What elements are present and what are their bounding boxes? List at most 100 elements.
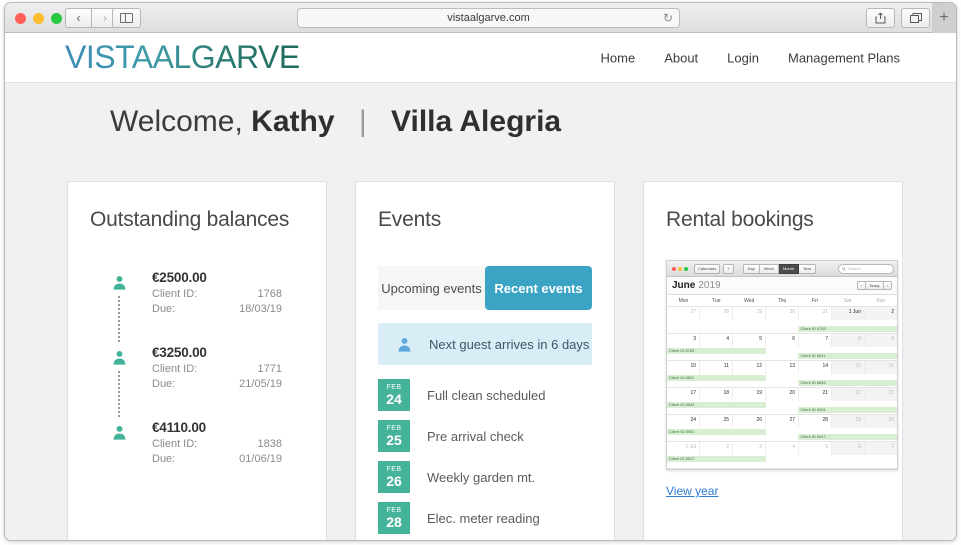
calendar-close-button[interactable] <box>672 266 676 271</box>
calendar-day-cell[interactable]: 13 <box>766 361 799 374</box>
balance-row[interactable]: €2500.00 Client ID: 1768 Due: 18/03/19 <box>90 270 304 345</box>
minimize-window-button[interactable] <box>33 13 44 24</box>
booking-bar[interactable]: Client ID 6811 <box>798 353 897 359</box>
site-logo[interactable]: VISTAALGARVE <box>65 39 300 76</box>
booking-bar[interactable]: Client ID 6901 <box>667 429 766 435</box>
calendar-day-cell[interactable]: 2 <box>700 442 733 455</box>
calendar-day-cell[interactable]: 8 <box>832 334 865 347</box>
share-button[interactable] <box>866 8 895 28</box>
sidebar-toggle-button[interactable] <box>112 8 141 28</box>
nav-item-login[interactable]: Login <box>727 50 759 65</box>
calendar-day-cell[interactable]: 4 <box>766 442 799 455</box>
calendar-day-cell[interactable]: 28 <box>700 307 733 320</box>
calendar-day-cell[interactable]: 20 <box>766 388 799 401</box>
view-year-link[interactable]: View year <box>666 484 718 498</box>
calendar-day-cell[interactable]: 6 <box>832 442 865 455</box>
back-button[interactable]: ‹ <box>65 8 92 28</box>
calendar-prev-button[interactable]: ‹ <box>856 281 866 290</box>
calendar-next-button[interactable]: › <box>883 281 892 290</box>
calendar-day-cell[interactable]: 1 Jun <box>832 307 865 320</box>
calendar-day-cell[interactable]: 4 <box>700 334 733 347</box>
calendar-day-cell[interactable]: 12 <box>733 361 766 374</box>
calendar-minimize-button[interactable] <box>678 266 682 271</box>
tab-upcoming-events[interactable]: Upcoming events <box>378 266 485 310</box>
event-label: Full clean scheduled <box>427 387 546 403</box>
calendar-day-cell[interactable]: 27 <box>766 415 799 428</box>
calendar-day-cell[interactable]: 10 <box>667 361 700 374</box>
calendar-day-cell[interactable]: 7 <box>799 334 832 347</box>
calendar-day-cell[interactable]: 21 <box>799 388 832 401</box>
calendar-day-cell[interactable]: 28 <box>799 415 832 428</box>
calendar-day-cell[interactable]: 27 <box>667 307 700 320</box>
view-year-button[interactable]: Year <box>798 263 817 274</box>
balance-row[interactable]: €3250.00 Client ID: 1771 Due: 21/05/19 <box>90 345 304 420</box>
rental-bookings-card: Rental bookings Calendars + Day Week Mon… <box>643 181 903 540</box>
balance-due-line: Due: 18/03/19 <box>152 303 304 315</box>
booking-bar[interactable]: Client ID 6783 <box>798 326 897 332</box>
calendar-booking-bars: Client ID 6783 <box>667 320 897 333</box>
calendar-screenshot[interactable]: Calendars + Day Week Month Year Search J… <box>666 260 898 470</box>
booking-bar[interactable]: Client ID 6783 <box>667 348 766 354</box>
calendar-today-button[interactable]: Today <box>865 281 884 290</box>
calendar-day-cell[interactable]: 17 <box>667 388 700 401</box>
view-week-button[interactable]: Week <box>759 263 779 274</box>
booking-bar[interactable]: Client ID 6917 <box>667 456 766 462</box>
new-tab-button[interactable]: + <box>932 3 956 33</box>
nav-item-about[interactable]: About <box>664 50 698 65</box>
calendar-day-cell[interactable]: 19 <box>733 388 766 401</box>
reload-icon[interactable]: ↻ <box>663 12 673 24</box>
tab-recent-events[interactable]: Recent events <box>485 266 592 310</box>
search-icon <box>842 266 846 271</box>
nav-item-home[interactable]: Home <box>601 50 636 65</box>
booking-bar[interactable]: Client ID 6917 <box>798 434 897 440</box>
booking-bar[interactable]: Client ID 6811 <box>667 375 766 381</box>
calendar-day-cell[interactable]: 29 <box>733 307 766 320</box>
calendar-maximize-button[interactable] <box>684 266 688 271</box>
calendar-day-cell[interactable]: 9 <box>865 334 897 347</box>
calendar-day-cell[interactable]: 31 <box>799 307 832 320</box>
view-day-button[interactable]: Day <box>742 263 760 274</box>
add-event-button[interactable]: + <box>723 263 734 274</box>
calendar-day-cell[interactable]: 1 Jul <box>667 442 700 455</box>
calendar-day-cell[interactable]: 26 <box>733 415 766 428</box>
calendar-day-cell[interactable]: 5 <box>799 442 832 455</box>
calendar-day-cell[interactable]: 30 <box>865 415 897 428</box>
calendar-day-cell[interactable]: 22 <box>832 388 865 401</box>
calendar-day-cell[interactable]: 30 <box>766 307 799 320</box>
event-item[interactable]: FEB 24 Full clean scheduled <box>378 379 592 411</box>
booking-bar[interactable]: Client ID 6901 <box>798 407 897 413</box>
calendar-day-cell[interactable]: 18 <box>700 388 733 401</box>
calendars-button[interactable]: Calendars <box>694 263 721 274</box>
view-month-button[interactable]: Month <box>778 263 799 274</box>
event-date-badge: FEB 26 <box>378 461 410 493</box>
address-bar[interactable]: vistaalgarve.com ↻ <box>297 8 680 28</box>
calendar-search-input[interactable]: Search <box>838 263 894 274</box>
maximize-window-button[interactable] <box>51 13 62 24</box>
calendar-day-cell[interactable]: 2 <box>865 307 897 320</box>
calendar-day-cell[interactable]: 23 <box>865 388 897 401</box>
event-item[interactable]: FEB 28 Elec. meter reading <box>378 502 592 534</box>
calendar-booking-bars: Client ID 6811 Client ID 6843 <box>667 374 897 387</box>
calendar-day-cell[interactable]: 25 <box>700 415 733 428</box>
calendar-day-cell[interactable]: 3 <box>667 334 700 347</box>
calendar-day-cell[interactable]: 16 <box>865 361 897 374</box>
event-item[interactable]: FEB 26 Weekly garden mt. <box>378 461 592 493</box>
calendar-day-cell[interactable]: 24 <box>667 415 700 428</box>
booking-bar[interactable]: Client ID 6843 <box>667 402 766 408</box>
calendar-day-cell[interactable]: 7 <box>865 442 897 455</box>
calendar-day-cell[interactable]: 15 <box>832 361 865 374</box>
calendar-day-cell[interactable]: 29 <box>832 415 865 428</box>
calendar-day-cell[interactable]: 5 <box>733 334 766 347</box>
show-tabs-button[interactable] <box>901 8 930 28</box>
balance-row[interactable]: €4110.00 Client ID: 1838 Due: 01/06/19 <box>90 420 304 465</box>
calendar-day-cell[interactable]: 6 <box>766 334 799 347</box>
day-header-sat: Sat <box>843 298 852 304</box>
calendar-day-cell[interactable]: 14 <box>799 361 832 374</box>
calendar-day-cell[interactable]: 3 <box>733 442 766 455</box>
booking-bar[interactable]: Client ID 6843 <box>798 380 897 386</box>
close-window-button[interactable] <box>15 13 26 24</box>
event-item[interactable]: FEB 25 Pre arrival check <box>378 420 592 452</box>
nav-item-management-plans[interactable]: Management Plans <box>788 50 900 65</box>
calendar-day-cell[interactable]: 11 <box>700 361 733 374</box>
balance-amount: €3250.00 <box>152 345 207 360</box>
